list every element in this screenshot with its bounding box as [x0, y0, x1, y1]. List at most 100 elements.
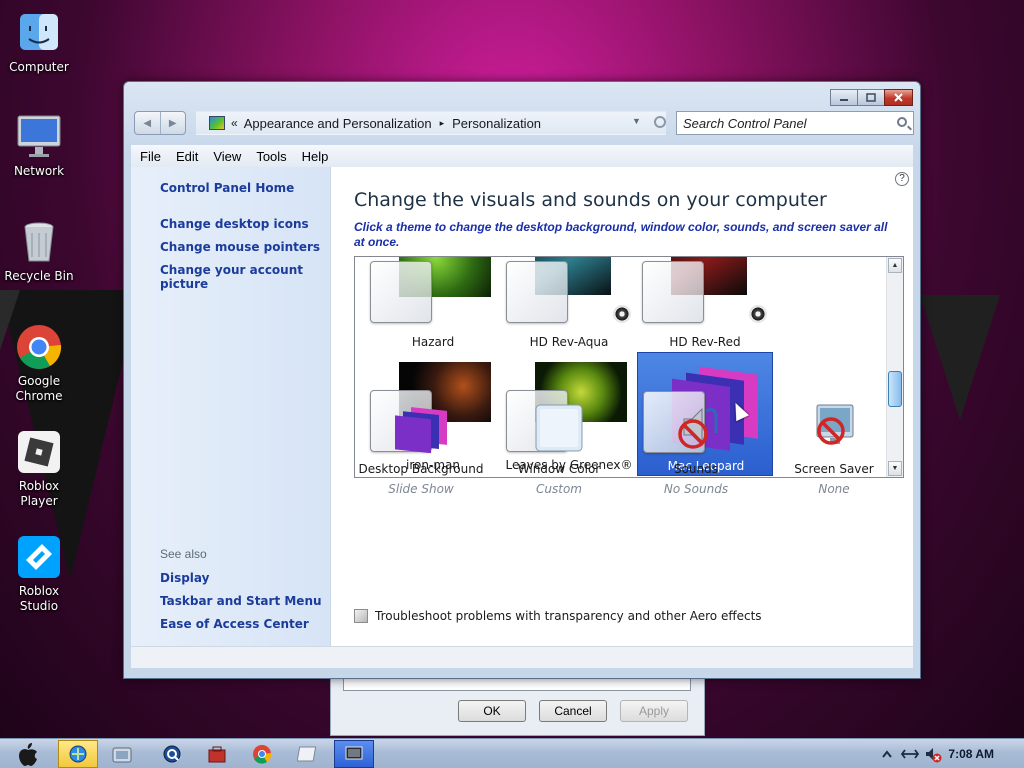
window-content: Control Panel Home Change desktop icons … [131, 167, 913, 668]
volume-muted-icon[interactable] [924, 746, 942, 764]
troubleshoot-link[interactable]: Troubleshoot problems with transparency … [354, 609, 762, 623]
menu-tools[interactable]: Tools [256, 149, 286, 164]
chrome-icon [253, 745, 272, 764]
imac-icon [16, 114, 62, 160]
status-bar [131, 646, 913, 668]
display-link[interactable]: Display [160, 571, 209, 585]
left-pane: Control Panel Home Change desktop icons … [131, 167, 331, 668]
taskbar-app-control-panel[interactable] [58, 740, 98, 768]
desktop-icon-label: Roblox Studio [18, 584, 60, 613]
background-dialog: OK Cancel Apply [330, 672, 705, 736]
quicktime-icon [163, 745, 181, 763]
folder-icon [112, 747, 132, 763]
option-value: Slide Show [388, 482, 454, 496]
taskbar-app-explorer[interactable] [102, 740, 142, 768]
theme-name: HD Rev-Red [669, 335, 741, 349]
desktop-icon-roblox-player[interactable]: Roblox Player [0, 429, 78, 509]
search-icon[interactable] [897, 117, 907, 127]
page-subtitle: Click a theme to change the desktop back… [354, 220, 888, 249]
control-panel-home-link[interactable]: Control Panel Home [160, 181, 294, 195]
taskbar-app-chrome[interactable] [242, 740, 282, 768]
theme-name: HD Rev-Aqua [529, 335, 609, 349]
start-button[interactable] [8, 740, 48, 768]
personalization-window: ◀ ▶ « Appearance and Personalization ▸ P… [123, 81, 921, 679]
close-button[interactable] [884, 89, 913, 106]
minimize-button[interactable] [830, 89, 858, 106]
maximize-button[interactable] [857, 89, 885, 106]
search-input[interactable]: Search Control Panel [676, 111, 914, 135]
back-button[interactable]: ◀ [135, 112, 161, 134]
theme-item-hazard[interactable]: Hazard [365, 257, 501, 355]
network-icon[interactable] [900, 747, 920, 761]
window-color-option[interactable]: Window Color Custom [491, 403, 627, 496]
refresh-icon[interactable] [654, 116, 666, 128]
window-controls [830, 89, 913, 106]
control-panel-icon [209, 116, 225, 130]
desktop-icon-computer[interactable]: Computer [0, 10, 78, 75]
change-mouse-pointers-link[interactable]: Change mouse pointers [160, 240, 320, 254]
control-panel-icon [69, 745, 87, 763]
menu-view[interactable]: View [213, 149, 241, 164]
roblox-studio-icon [16, 534, 62, 580]
apply-button[interactable]: Apply [620, 700, 688, 722]
sounds-icon [666, 403, 726, 453]
option-value: None [818, 482, 850, 496]
theme-item-hd-rev-red[interactable]: HD Rev-Red [637, 257, 773, 355]
desktop-icon-label: Recycle Bin [4, 269, 74, 283]
sounds-icon [613, 305, 631, 323]
theme-window-preview [506, 261, 568, 323]
finder-icon [16, 10, 62, 56]
desktop-icon-recycle-bin[interactable]: Recycle Bin [0, 219, 78, 284]
window-icon [297, 746, 317, 762]
display-icon [345, 746, 363, 760]
option-name: Screen Saver [794, 462, 874, 476]
ok-button[interactable]: OK [458, 700, 526, 722]
breadcrumb-separator[interactable]: ▸ [440, 118, 445, 129]
screen-saver-icon [804, 403, 864, 453]
desktop-icon-label: Computer [9, 60, 69, 74]
nav-buttons: ◀ ▶ [134, 111, 186, 135]
show-hidden-icons-icon[interactable] [882, 750, 892, 758]
menu-edit[interactable]: Edit [176, 149, 198, 164]
breadcrumb-overflow[interactable]: « [231, 116, 238, 130]
desktop-background-option[interactable]: Desktop Background Slide Show [353, 403, 489, 496]
desktop-background-icon [391, 403, 451, 454]
taskbar-app-window[interactable] [288, 740, 328, 768]
option-value: No Sounds [663, 482, 729, 496]
screen-saver-option[interactable]: Screen Saver None [766, 403, 902, 496]
desktop-icon-roblox-studio[interactable]: Roblox Studio [0, 534, 78, 614]
theme-name: Hazard [411, 335, 455, 349]
chrome-icon [16, 324, 62, 370]
desktop-icon-google-chrome[interactable]: Google Chrome [0, 324, 78, 404]
apple-icon [19, 743, 37, 766]
search-placeholder: Search Control Panel [683, 115, 807, 131]
cancel-button[interactable]: Cancel [539, 700, 607, 722]
theme-item-hd-rev-aqua[interactable]: HD Rev-Aqua [501, 257, 637, 355]
change-desktop-icons-link[interactable]: Change desktop icons [160, 217, 309, 231]
ease-of-access-link[interactable]: Ease of Access Center [160, 617, 309, 631]
breadcrumb-item[interactable]: Appearance and Personalization [244, 116, 432, 131]
navigation-bar: ◀ ▶ « Appearance and Personalization ▸ P… [132, 110, 914, 138]
breadcrumb-item[interactable]: Personalization [452, 116, 541, 131]
menu-file[interactable]: File [140, 149, 161, 164]
option-value: Custom [536, 482, 582, 496]
scroll-up-button[interactable]: ▲ [888, 258, 902, 273]
menu-bar: File Edit View Tools Help [131, 145, 913, 167]
taskbar-start-menu-link[interactable]: Taskbar and Start Menu [160, 594, 322, 608]
desktop-icon-network[interactable]: Network [0, 114, 78, 179]
change-account-picture-link[interactable]: Change your account picture [160, 263, 330, 291]
forward-button[interactable]: ▶ [161, 112, 186, 134]
clock[interactable]: 7:08 AM [948, 747, 994, 761]
address-dropdown-icon[interactable]: ▼ [632, 116, 641, 126]
address-bar[interactable]: « Appearance and Personalization ▸ Perso… [196, 111, 666, 135]
sounds-icon [749, 305, 767, 323]
theme-window-preview [370, 261, 432, 323]
window-color-icon [529, 403, 589, 453]
taskbar-app-quicktime[interactable] [152, 740, 192, 768]
help-icon[interactable]: ? [895, 172, 909, 186]
scroll-thumb[interactable] [888, 371, 902, 407]
menu-help[interactable]: Help [302, 149, 329, 164]
taskbar: 7:08 AM [0, 738, 1024, 768]
taskbar-app-toolbox[interactable] [197, 740, 237, 768]
taskbar-app-personalization[interactable] [334, 740, 374, 768]
